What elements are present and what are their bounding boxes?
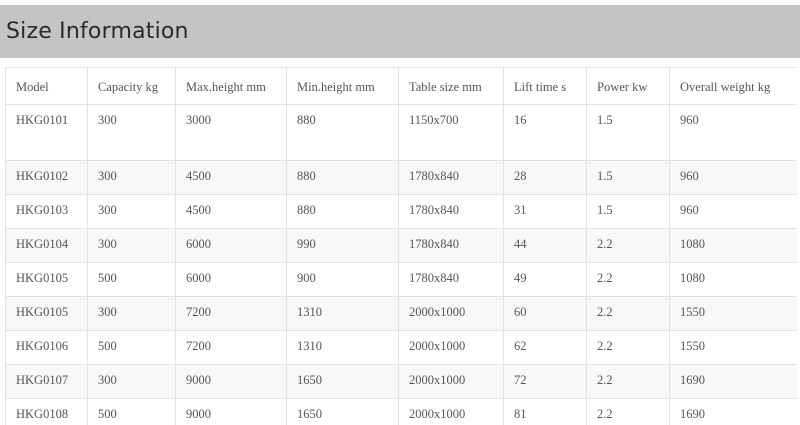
cell-table-size: 1780x840 <box>398 160 504 195</box>
cell-model: HKG0108 <box>5 398 88 425</box>
column-header-power: Power kw <box>586 67 670 105</box>
cell-power: 2.2 <box>586 330 670 365</box>
table-row: HKG0102 300 4500 880 1780x840 28 1.5 960 <box>5 160 797 195</box>
cell-model: HKG0106 <box>5 330 88 365</box>
cell-capacity: 300 <box>87 228 176 263</box>
size-table-container: Model Capacity kg Max.height mm Min.heig… <box>5 67 797 425</box>
cell-max-height: 7200 <box>175 296 287 331</box>
cell-power: 1.5 <box>586 194 670 229</box>
cell-min-height: 880 <box>286 160 399 195</box>
cell-max-height: 6000 <box>175 262 287 297</box>
cell-min-height: 990 <box>286 228 399 263</box>
cell-power: 2.2 <box>586 364 670 399</box>
table-row: HKG0103 300 4500 880 1780x840 31 1.5 960 <box>5 194 797 229</box>
table-row: HKG0106 500 7200 1310 2000x1000 62 2.2 1550 <box>5 330 797 365</box>
cell-lift-time: 81 <box>503 398 587 425</box>
cell-capacity: 300 <box>87 364 176 399</box>
cell-min-height: 1310 <box>286 330 399 365</box>
column-header-overall-weight: Overall weight kg <box>669 67 797 105</box>
cell-model: HKG0101 <box>5 104 88 161</box>
cell-table-size: 2000x1000 <box>398 330 504 365</box>
column-header-min-height: Min.height mm <box>286 67 399 105</box>
cell-overall-weight: 1080 <box>669 228 797 263</box>
cell-capacity: 300 <box>87 104 176 161</box>
section-title: Size Information <box>6 19 189 44</box>
cell-max-height: 9000 <box>175 398 287 425</box>
cell-lift-time: 60 <box>503 296 587 331</box>
cell-power: 1.5 <box>586 104 670 161</box>
table-row: HKG0105 300 7200 1310 2000x1000 60 2.2 1550 <box>5 296 797 331</box>
table-row: HKG0105 500 6000 900 1780x840 49 2.2 1080 <box>5 262 797 297</box>
cell-model: HKG0102 <box>5 160 88 195</box>
cell-table-size: 2000x1000 <box>398 364 504 399</box>
cell-max-height: 4500 <box>175 160 287 195</box>
cell-table-size: 1150x700 <box>398 104 504 161</box>
cell-min-height: 1650 <box>286 364 399 399</box>
cell-min-height: 880 <box>286 104 399 161</box>
cell-power: 2.2 <box>586 262 670 297</box>
cell-max-height: 9000 <box>175 364 287 399</box>
cell-overall-weight: 960 <box>669 160 797 195</box>
cell-lift-time: 72 <box>503 364 587 399</box>
cell-lift-time: 28 <box>503 160 587 195</box>
cell-overall-weight: 1550 <box>669 296 797 331</box>
cell-lift-time: 62 <box>503 330 587 365</box>
cell-max-height: 6000 <box>175 228 287 263</box>
cell-max-height: 7200 <box>175 330 287 365</box>
table-row: HKG0104 300 6000 990 1780x840 44 2.2 1080 <box>5 228 797 263</box>
table-header: Model Capacity kg Max.height mm Min.heig… <box>5 67 797 105</box>
cell-lift-time: 16 <box>503 104 587 161</box>
cell-table-size: 1780x840 <box>398 228 504 263</box>
header-row: Model Capacity kg Max.height mm Min.heig… <box>5 67 797 105</box>
cell-min-height: 1650 <box>286 398 399 425</box>
column-header-lift-time: Lift time s <box>503 67 587 105</box>
column-header-table-size: Table size mm <box>398 67 504 105</box>
cell-overall-weight: 960 <box>669 194 797 229</box>
page: Size Information Model Capacity kg Max.h… <box>0 0 800 425</box>
cell-lift-time: 49 <box>503 262 587 297</box>
cell-capacity: 500 <box>87 398 176 425</box>
cell-capacity: 300 <box>87 160 176 195</box>
cell-table-size: 1780x840 <box>398 262 504 297</box>
size-table: Model Capacity kg Max.height mm Min.heig… <box>5 67 797 425</box>
cell-model: HKG0107 <box>5 364 88 399</box>
cell-model: HKG0105 <box>5 296 88 331</box>
column-header-model: Model <box>5 67 88 105</box>
column-header-max-height: Max.height mm <box>175 67 287 105</box>
cell-power: 2.2 <box>586 296 670 331</box>
cell-capacity: 300 <box>87 296 176 331</box>
cell-table-size: 2000x1000 <box>398 296 504 331</box>
cell-capacity: 500 <box>87 330 176 365</box>
cell-min-height: 1310 <box>286 296 399 331</box>
cell-table-size: 1780x840 <box>398 194 504 229</box>
cell-power: 2.2 <box>586 228 670 263</box>
cell-lift-time: 44 <box>503 228 587 263</box>
table-row: HKG0101 300 3000 880 1150x700 16 1.5 960 <box>5 104 797 161</box>
cell-model: HKG0104 <box>5 228 88 263</box>
table-row: HKG0107 300 9000 1650 2000x1000 72 2.2 1690 <box>5 364 797 399</box>
cell-min-height: 880 <box>286 194 399 229</box>
cell-power: 2.2 <box>586 398 670 425</box>
cell-overall-weight: 1550 <box>669 330 797 365</box>
cell-overall-weight: 1080 <box>669 262 797 297</box>
cell-min-height: 900 <box>286 262 399 297</box>
cell-max-height: 4500 <box>175 194 287 229</box>
cell-max-height: 3000 <box>175 104 287 161</box>
cell-lift-time: 31 <box>503 194 587 229</box>
cell-power: 1.5 <box>586 160 670 195</box>
cell-overall-weight: 1690 <box>669 364 797 399</box>
cell-model: HKG0103 <box>5 194 88 229</box>
column-header-capacity: Capacity kg <box>87 67 176 105</box>
table-body: HKG0101 300 3000 880 1150x700 16 1.5 960 HKG0102… <box>5 104 797 425</box>
cell-overall-weight: 960 <box>669 104 797 161</box>
cell-capacity: 500 <box>87 262 176 297</box>
section-header: Size Information <box>0 5 800 58</box>
cell-overall-weight: 1690 <box>669 398 797 425</box>
table-row: HKG0108 500 9000 1650 2000x1000 81 2.2 1690 <box>5 398 797 425</box>
cell-table-size: 2000x1000 <box>398 398 504 425</box>
cell-model: HKG0105 <box>5 262 88 297</box>
cell-capacity: 300 <box>87 194 176 229</box>
